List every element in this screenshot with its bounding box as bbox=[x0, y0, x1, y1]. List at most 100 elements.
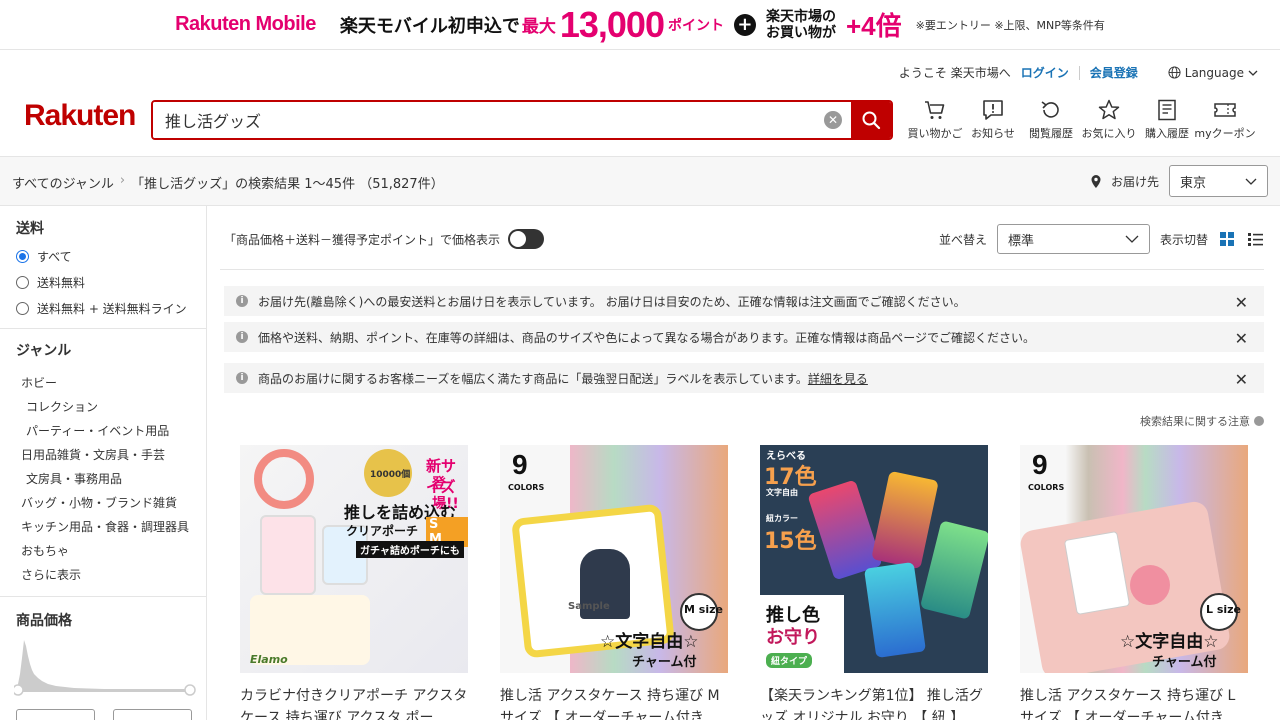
list-view-icon[interactable] bbox=[1246, 230, 1264, 248]
login-link[interactable]: ログイン bbox=[1021, 64, 1069, 81]
shipping-option-free[interactable]: 送料無料 bbox=[16, 274, 85, 291]
genre-item[interactable]: キッチン用品・食器・調理器具 bbox=[21, 518, 189, 535]
genre-item[interactable]: パーティー・イベント用品 bbox=[26, 422, 169, 439]
genre-item[interactable]: 文房具・事務用品 bbox=[26, 470, 122, 487]
product-image[interactable]: 9 COLORS L size ☆文字自由☆ チャーム付 bbox=[1020, 445, 1248, 673]
price-display-label: 「商品価格＋送料－獲得予定ポイント」で価格表示 bbox=[224, 232, 501, 247]
show-more-genres-link[interactable]: さらに表示 bbox=[21, 566, 81, 583]
divider bbox=[1078, 65, 1080, 80]
product-title[interactable]: カラビナ付きクリアポーチ アクスタケース 持ち運び アクスタ ポー… bbox=[240, 685, 468, 720]
notification-button[interactable]: お知らせ bbox=[964, 98, 1022, 141]
purchase-history-button[interactable]: 購入履歴 bbox=[1138, 98, 1196, 141]
shipping-option-all[interactable]: すべて bbox=[16, 248, 72, 265]
chevron-down-icon bbox=[1125, 235, 1139, 243]
search-button[interactable] bbox=[851, 102, 891, 138]
sort-select[interactable]: 標準 bbox=[996, 224, 1150, 254]
shipping-option-label: すべて bbox=[37, 250, 72, 264]
language-selector[interactable]: Language bbox=[1168, 66, 1258, 80]
genre-item[interactable]: コレクション bbox=[26, 398, 98, 415]
close-icon: ✕ bbox=[824, 111, 842, 129]
product-title[interactable]: 推し活 アクスタケース 持ち運び Lサイズ 【 オーダーチャーム付き … bbox=[1020, 685, 1248, 720]
price-max-handle[interactable] bbox=[184, 684, 196, 696]
banner-times: +4倍 bbox=[845, 11, 902, 41]
divider bbox=[0, 328, 207, 329]
overlay-text: ガチャ詰めポーチにも bbox=[356, 541, 464, 558]
shipping-option-free-line[interactable]: 送料無料 + 送料無料ライン bbox=[16, 300, 187, 317]
overlay-text: L size bbox=[1206, 603, 1242, 616]
info-icon: i bbox=[236, 295, 248, 307]
product-image[interactable]: えらべる 17色 文字自由 紐カラー 15色 推し色 お守り 紐タイプ bbox=[760, 445, 988, 673]
product-card[interactable]: 9 COLORS Sample M size ☆文字自由☆ チャーム付 推し活 … bbox=[500, 445, 728, 720]
banner-max: 最大 bbox=[521, 17, 556, 37]
shipping-filter-title: 送料 bbox=[16, 221, 44, 237]
product-image[interactable]: 9 COLORS Sample M size ☆文字自由☆ チャーム付 bbox=[500, 445, 728, 673]
delivery-value: 東京 bbox=[1180, 175, 1207, 191]
rakuten-logo[interactable]: Rakuten bbox=[24, 99, 136, 133]
banner-market-line2: お買い物が bbox=[765, 24, 836, 41]
shipping-option-label: 送料無料 bbox=[37, 276, 86, 290]
genre-item[interactable]: おもちゃ bbox=[21, 542, 69, 559]
register-link[interactable]: 会員登録 bbox=[1090, 64, 1138, 81]
price-display-toggle[interactable] bbox=[508, 229, 545, 249]
breadcrumb-current: 「推し活グッズ」の検索結果 1～45件 （51,827件） bbox=[131, 177, 444, 192]
delivery-select[interactable]: 東京 bbox=[1169, 165, 1268, 197]
search-notes-label: 検索結果に関する注意 bbox=[1140, 415, 1250, 428]
overlay-text: ☆文字自由☆ bbox=[1120, 632, 1219, 652]
badge-text: 10000個 bbox=[370, 470, 411, 480]
radio-button[interactable] bbox=[16, 302, 29, 315]
delivery-label: お届け先 bbox=[1110, 174, 1159, 189]
divider bbox=[0, 596, 207, 597]
genre-filter-title: ジャンル bbox=[16, 343, 72, 359]
cart-label: 買い物かご bbox=[907, 127, 963, 140]
genre-item[interactable]: 日用品雑貨・文房具・手芸 bbox=[21, 446, 165, 463]
overlay-text: 9 bbox=[1032, 449, 1048, 480]
banner-market-line1: 楽天市場の bbox=[765, 8, 836, 25]
plus-icon: + bbox=[733, 13, 756, 36]
sort-label: 並べ替え bbox=[938, 232, 987, 247]
notice-text: お届け先(離島除く)への最安送料とお届け日を表示しています。 お届け日は目安のた… bbox=[258, 294, 966, 309]
overlay-text: クリアポーチ bbox=[346, 524, 419, 538]
product-card[interactable]: 10000個 新サイズ 登場!! 推しを詰め込む クリアポーチ S M ガチャ詰… bbox=[240, 445, 468, 720]
promo-banner[interactable]: Rakuten Mobile 楽天モバイル初申込で 最大 13,000 ポイント… bbox=[0, 0, 1280, 50]
overlay-text: COLORS bbox=[1028, 483, 1065, 492]
grid-view-icon[interactable] bbox=[1218, 230, 1236, 248]
coupon-icon bbox=[1214, 103, 1236, 117]
results-toolbar: 「商品価格＋送料－獲得予定ポイント」で価格表示 並べ替え 標準 表示切替 bbox=[224, 224, 1264, 254]
notice-details-link[interactable]: 詳細を見る bbox=[808, 370, 868, 387]
product-card[interactable]: 9 COLORS L size ☆文字自由☆ チャーム付 推し活 アクスタケース… bbox=[1020, 445, 1248, 720]
view-switch-label: 表示切替 bbox=[1159, 232, 1208, 247]
overlay-text: 15色 bbox=[764, 529, 817, 554]
product-title[interactable]: 【楽天ランキング第1位】 推し活グッズ オリジナル お守り 【 紐 】 … bbox=[760, 685, 988, 720]
favorites-button[interactable]: お気に入り bbox=[1080, 98, 1138, 141]
close-icon[interactable]: ✕ bbox=[1235, 329, 1248, 348]
overlay-text: お守り bbox=[766, 627, 820, 648]
genre-item[interactable]: バッグ・小物・ブランド雑貨 bbox=[21, 494, 177, 511]
overlay-text: ☆文字自由☆ bbox=[600, 632, 699, 652]
location-pin-icon bbox=[1091, 174, 1101, 188]
sort-controls: 並べ替え 標準 表示切替 bbox=[939, 224, 1264, 254]
genre-item[interactable]: ホビー bbox=[21, 374, 57, 391]
price-min-input[interactable] bbox=[16, 709, 95, 720]
product-title[interactable]: 推し活 アクスタケース 持ち運び Mサイズ 【 オーダーチャーム付き … bbox=[500, 685, 728, 720]
breadcrumb-root[interactable]: すべてのジャンル bbox=[12, 173, 114, 192]
history-button[interactable]: 閲覧履歴 bbox=[1022, 98, 1080, 141]
chevron-down-icon bbox=[1248, 70, 1258, 76]
search-notes[interactable]: 検索結果に関する注意 bbox=[1140, 413, 1264, 429]
close-icon[interactable]: ✕ bbox=[1235, 370, 1248, 389]
radio-button[interactable] bbox=[16, 250, 29, 263]
radio-button[interactable] bbox=[16, 276, 29, 289]
breadcrumb-bar: すべてのジャンル › 「推し活グッズ」の検索結果 1～45件 （51,827件）… bbox=[0, 156, 1280, 206]
price-min-handle[interactable] bbox=[14, 684, 24, 696]
chevron-down-icon bbox=[1245, 178, 1257, 185]
banner-market: 楽天市場の お買い物が bbox=[766, 9, 836, 41]
price-max-input[interactable] bbox=[113, 709, 192, 720]
close-icon[interactable]: ✕ bbox=[1235, 293, 1248, 312]
purchase-history-label: 購入履歴 bbox=[1145, 127, 1189, 140]
breadcrumb: すべてのジャンル › 「推し活グッズ」の検索結果 1～45件 （51,827件） bbox=[12, 173, 444, 192]
coupon-button[interactable]: myクーポン bbox=[1194, 98, 1256, 141]
clear-search-button[interactable]: ✕ bbox=[815, 102, 851, 138]
product-card[interactable]: えらべる 17色 文字自由 紐カラー 15色 推し色 お守り 紐タイプ 【楽天ラ… bbox=[760, 445, 988, 720]
cart-button[interactable]: 買い物かご bbox=[906, 98, 964, 141]
search-input[interactable] bbox=[153, 102, 815, 138]
product-image[interactable]: 10000個 新サイズ 登場!! 推しを詰め込む クリアポーチ S M ガチャ詰… bbox=[240, 445, 468, 673]
